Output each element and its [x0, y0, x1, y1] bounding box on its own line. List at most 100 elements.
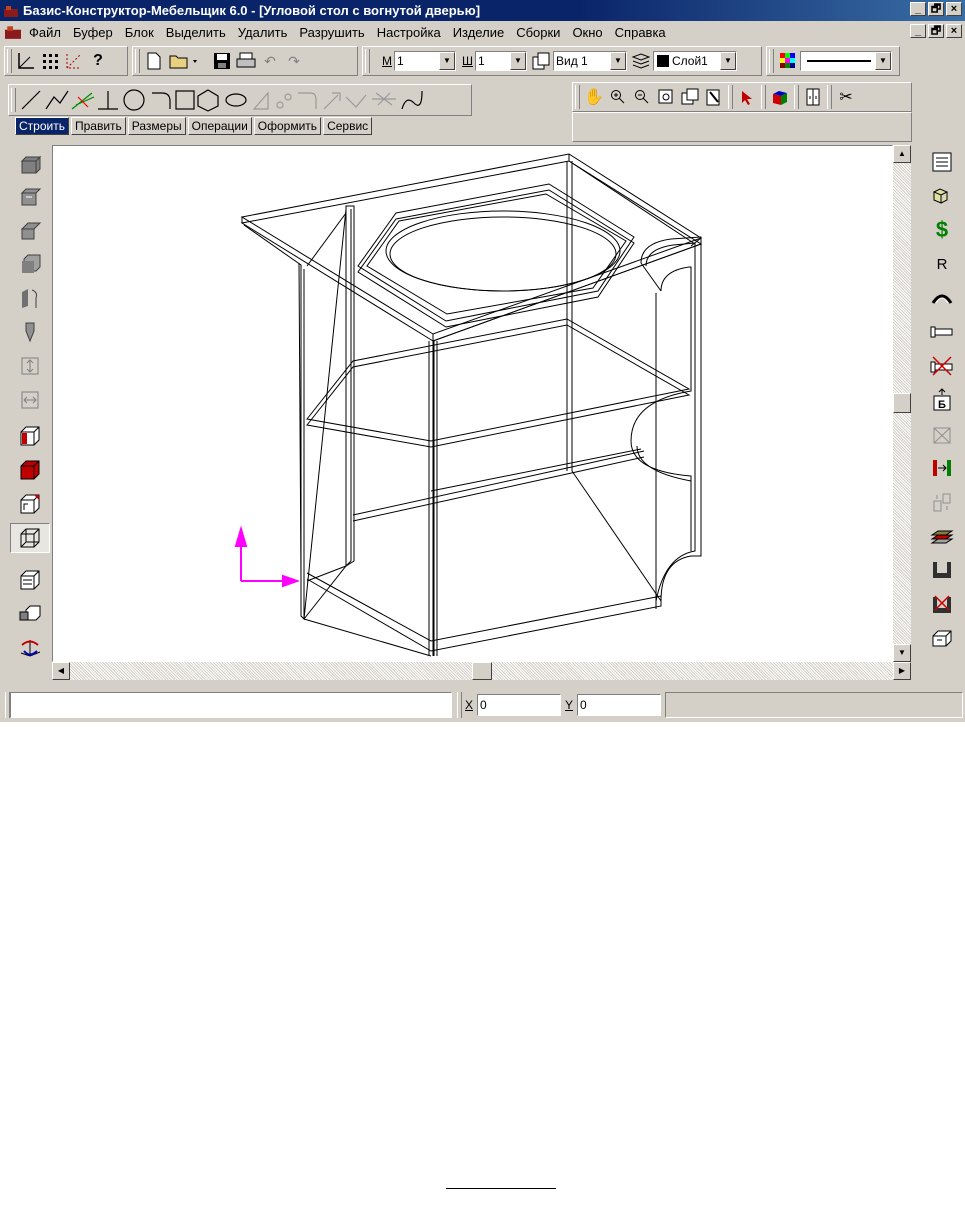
polygon-tool-icon[interactable] — [197, 89, 219, 112]
tab-dimensions[interactable]: Размеры — [127, 117, 186, 135]
scroll-down-icon[interactable]: ▼ — [893, 644, 911, 662]
model-3d-icon[interactable] — [768, 85, 792, 109]
delete-fastener-icon[interactable] — [922, 351, 962, 381]
chevron-down-icon[interactable]: ▼ — [875, 52, 891, 70]
new-file-icon[interactable] — [142, 49, 166, 73]
ellipse-tool-icon[interactable] — [225, 93, 247, 107]
toolbar-grip[interactable] — [827, 85, 832, 109]
zoom-window-icon[interactable] — [654, 85, 678, 109]
toolbar-grip[interactable] — [7, 49, 12, 73]
toolbar-grip[interactable] — [365, 49, 370, 73]
vertical-scroll-thumb[interactable] — [893, 393, 911, 413]
vertical-size-icon[interactable] — [10, 351, 50, 381]
zoom-in-icon[interactable] — [606, 85, 630, 109]
menu-product[interactable]: Изделие — [447, 25, 510, 40]
minimize-button[interactable]: _ — [910, 2, 926, 16]
chevron-down-icon[interactable]: ▼ — [610, 52, 626, 70]
horizontal-scroll-thumb[interactable] — [472, 662, 492, 680]
view-combo[interactable]: Вид 1 ▼ — [553, 51, 627, 71]
menu-settings[interactable]: Настройка — [371, 25, 447, 40]
grid-icon[interactable] — [38, 49, 62, 73]
points-tool-icon[interactable] — [276, 93, 292, 109]
menu-window[interactable]: Окно — [566, 25, 608, 40]
rotate-axes-icon[interactable] — [10, 633, 50, 663]
palette-icon[interactable] — [776, 49, 800, 73]
scroll-left-icon[interactable]: ◀ — [52, 662, 70, 680]
camera-box-icon[interactable] — [10, 599, 50, 629]
chevron-down-icon[interactable]: ▼ — [439, 52, 455, 70]
doc-minimize-button[interactable]: _ — [910, 24, 926, 38]
menu-help[interactable]: Справка — [609, 25, 672, 40]
toolbar-grip[interactable] — [769, 49, 774, 73]
snap-point-icon[interactable] — [62, 49, 86, 73]
extend-tool-icon[interactable] — [323, 92, 341, 110]
trim-tool-icon[interactable] — [345, 94, 367, 108]
horizontal-size-icon[interactable] — [10, 385, 50, 415]
line-tool-icon[interactable] — [21, 90, 41, 110]
spline-tool-icon[interactable] — [401, 90, 423, 110]
w-combo[interactable]: 1 ▼ — [475, 51, 527, 71]
toolbar-grip[interactable] — [457, 692, 462, 718]
x-coord-field[interactable]: 0 — [477, 694, 561, 716]
specification-icon[interactable] — [922, 147, 962, 177]
perpendicular-tool-icon[interactable] — [98, 91, 118, 110]
redo-icon[interactable]: ↷ — [282, 49, 306, 73]
panel-bent-icon[interactable] — [10, 283, 50, 313]
menu-delete[interactable]: Удалить — [232, 25, 294, 40]
drill-icon[interactable] — [10, 317, 50, 347]
panel-up-icon[interactable]: Б — [922, 385, 962, 415]
scroll-right-icon[interactable]: ▶ — [893, 662, 911, 680]
save-icon[interactable] — [210, 49, 234, 73]
axes-icon[interactable] — [14, 49, 38, 73]
parallel-tool-icon[interactable] — [71, 92, 95, 110]
print-icon[interactable] — [234, 49, 258, 73]
star-tool-icon[interactable] — [372, 92, 396, 106]
layers-icon[interactable] — [629, 49, 653, 73]
zoom-all-icon[interactable] — [678, 85, 702, 109]
menu-destroy[interactable]: Разрушить — [293, 25, 370, 40]
gray-groups-icon[interactable] — [922, 487, 962, 517]
help-icon[interactable]: ? — [86, 49, 110, 73]
toolbar-grip[interactable] — [575, 85, 580, 109]
radius-r-icon[interactable]: R — [922, 249, 962, 279]
panel-back-icon[interactable] — [10, 249, 50, 279]
arc-tool-icon[interactable] — [152, 92, 171, 109]
layered-boards-icon[interactable] — [922, 521, 962, 551]
box-corner-icon[interactable] — [10, 489, 50, 519]
tab-format[interactable]: Оформить — [253, 117, 322, 135]
tab-build[interactable]: Строить — [15, 117, 69, 135]
u-profile-icon[interactable] — [922, 555, 962, 585]
split-arrows-icon[interactable] — [922, 453, 962, 483]
pan-hand-icon[interactable]: ✋ — [582, 85, 606, 109]
scissors-icon[interactable]: ✂ — [834, 85, 858, 109]
box-front-icon[interactable] — [10, 565, 50, 595]
circle-tool-icon[interactable] — [123, 89, 145, 111]
toolbar-grip[interactable] — [761, 85, 766, 109]
cabinet-icon[interactable] — [801, 85, 825, 109]
chevron-down-icon[interactable]: ▼ — [510, 52, 526, 70]
chamfer-tool-icon[interactable] — [252, 91, 269, 110]
arc-bend-icon[interactable] — [922, 283, 962, 313]
panel-side-icon[interactable] — [10, 215, 50, 245]
inactive-box-icon[interactable] — [922, 419, 962, 449]
menu-buffer[interactable]: Буфер — [67, 25, 119, 40]
drawing-canvas[interactable] — [52, 145, 893, 662]
materials-icon[interactable] — [922, 181, 962, 211]
u-profile-cross-icon[interactable] — [922, 589, 962, 619]
box-wireframe-red-icon[interactable] — [10, 421, 50, 451]
toolbar-grip[interactable] — [135, 49, 140, 73]
undo-icon[interactable]: ↶ — [258, 49, 282, 73]
toolbar-grip[interactable] — [728, 85, 733, 109]
tab-operations[interactable]: Операции — [187, 117, 252, 135]
m-combo[interactable]: 1 ▼ — [394, 51, 456, 71]
box-solid-red-icon[interactable] — [10, 455, 50, 485]
close-button[interactable]: × — [946, 2, 962, 16]
cost-dollar-icon[interactable]: $ — [922, 215, 962, 245]
panel-stack-icon[interactable] — [10, 149, 50, 179]
menu-assemblies[interactable]: Сборки — [510, 25, 566, 40]
open-folder-icon[interactable] — [166, 49, 202, 73]
panel-front-icon[interactable] — [10, 181, 50, 211]
doc-close-button[interactable]: × — [946, 24, 962, 38]
polyline-tool-icon[interactable] — [45, 90, 69, 110]
layer-combo[interactable]: Слой1 ▼ — [653, 51, 737, 71]
